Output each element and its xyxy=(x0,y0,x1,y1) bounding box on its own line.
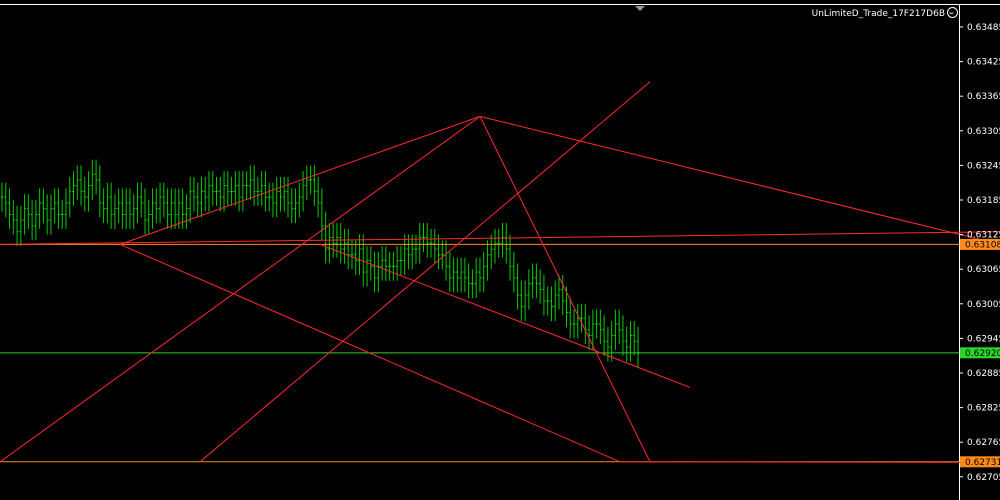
price-tick-label: 0.62705 xyxy=(967,473,1000,483)
expert-advisor-name: UnLimiteD_Trade_17F217D6B xyxy=(811,9,945,19)
price-tick-label: 0.62945 xyxy=(967,334,1000,344)
lower-level-tag[interactable]: 0.62731 xyxy=(960,456,1000,468)
price-tick-label: 0.62885 xyxy=(967,369,1000,379)
price-tick-label: 0.63185 xyxy=(967,196,1000,206)
upper-level-tag[interactable]: 0.63108 xyxy=(960,238,1000,251)
expert-advisor-label[interactable]: UnLimiteD_Trade_17F217D6B xyxy=(812,7,958,19)
price-tick-label: 0.63425 xyxy=(967,58,1000,68)
price-tick-label: 0.62825 xyxy=(967,404,1000,414)
price-tick-label: 0.62765 xyxy=(967,438,1000,448)
price-tick-label: 0.63065 xyxy=(967,265,1000,275)
svg-text:0.62920: 0.62920 xyxy=(965,349,1000,359)
price-tick-label: 0.63305 xyxy=(967,127,1000,137)
svg-text:0.63108: 0.63108 xyxy=(965,240,1000,250)
svg-text:0.62731: 0.62731 xyxy=(965,458,1000,468)
smiley-icon xyxy=(947,7,958,18)
price-tick-label: 0.63245 xyxy=(967,161,1000,171)
current-price-tag[interactable]: 0.62920 xyxy=(960,347,1000,359)
chart-background xyxy=(0,0,1000,500)
price-tick-label: 0.63005 xyxy=(967,300,1000,310)
pattern-line[interactable] xyxy=(619,461,1000,463)
price-tick-label: 0.63485 xyxy=(967,23,1000,33)
price-chart[interactable]: 0.63485 0.63425 0.63365 0.63305 0.63245 0.631… xyxy=(0,0,1000,500)
price-tick-label: 0.63365 xyxy=(967,92,1000,102)
